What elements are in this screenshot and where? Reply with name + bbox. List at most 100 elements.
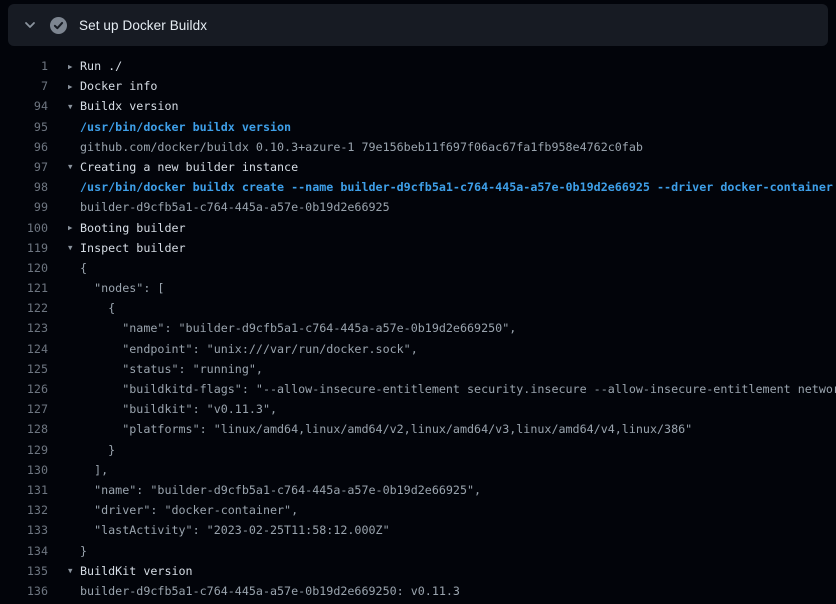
log-line: 133 "lastActivity": "2023-02-25T11:58:12… (0, 520, 836, 540)
log-group-title: Booting builder (80, 221, 186, 235)
log-output-text: github.com/docker/buildx 0.10.3+azure-1 … (80, 140, 643, 154)
log-output-text: "endpoint": "unix:///var/run/docker.sock… (80, 342, 418, 356)
triangle-right-icon[interactable]: ▶ (68, 57, 80, 77)
line-number-link[interactable]: 120 (0, 258, 48, 278)
log-group-title: Buildx version (80, 99, 179, 113)
triangle-right-icon[interactable]: ▶ (68, 77, 80, 97)
log-output-text: builder-d9cfb5a1-c764-445a-a57e-0b19d2e6… (80, 200, 390, 214)
log-output-text: "buildkit": "v0.11.3", (80, 402, 277, 416)
log-line: 120 { (0, 258, 836, 278)
log-command-text: /usr/bin/docker buildx version (80, 120, 291, 134)
line-number-link[interactable]: 1 (0, 56, 48, 76)
line-number-link[interactable]: 135 (0, 561, 48, 581)
log-output-text: } (80, 443, 115, 457)
line-number-link[interactable]: 122 (0, 298, 48, 318)
triangle-down-icon[interactable]: ▼ (68, 157, 80, 177)
log-line: 123 "name": "builder-d9cfb5a1-c764-445a-… (0, 318, 836, 338)
log-output-text: "lastActivity": "2023-02-25T11:58:12.000… (80, 523, 390, 537)
log-line: 7▶Docker info (0, 76, 836, 96)
log-group-toggle[interactable]: ▼Buildx version (48, 96, 179, 116)
line-number-link[interactable]: 94 (0, 96, 48, 116)
line-number-link[interactable]: 126 (0, 379, 48, 399)
log-line: 130 ], (0, 460, 836, 480)
log-output-text: "status": "running", (80, 362, 263, 376)
line-number-link[interactable]: 121 (0, 278, 48, 298)
line-number-link[interactable]: 95 (0, 117, 48, 137)
log-line: 98/usr/bin/docker buildx create --name b… (0, 177, 836, 197)
step-header[interactable]: Set up Docker Buildx (8, 4, 828, 46)
log-line: 129 } (0, 440, 836, 460)
log-line: 97▼Creating a new builder instance (0, 157, 836, 177)
line-number-link[interactable]: 131 (0, 480, 48, 500)
triangle-down-icon[interactable]: ▼ (68, 97, 80, 117)
line-number-link[interactable]: 123 (0, 318, 48, 338)
line-number-link[interactable]: 134 (0, 541, 48, 561)
log-line: 121 "nodes": [ (0, 278, 836, 298)
log-group-title: Docker info (80, 79, 157, 93)
log-output-text: ], (80, 463, 108, 477)
log-line: 119▼Inspect builder (0, 238, 836, 258)
log-group-toggle[interactable]: ▶Run ./ (48, 56, 122, 76)
line-number-link[interactable]: 136 (0, 581, 48, 601)
log-output-text: "nodes": [ (80, 281, 164, 295)
log-group-title: BuildKit version (80, 564, 193, 578)
log-line: 134} (0, 541, 836, 561)
line-number-link[interactable]: 99 (0, 197, 48, 217)
log-line: 127 "buildkit": "v0.11.3", (0, 399, 836, 419)
check-circle-icon (50, 17, 67, 34)
line-number-link[interactable]: 124 (0, 339, 48, 359)
line-number-link[interactable]: 132 (0, 500, 48, 520)
line-number-link[interactable]: 97 (0, 157, 48, 177)
log-line: 1▶Run ./ (0, 56, 836, 76)
log-command-text: /usr/bin/docker buildx create --name bui… (80, 180, 833, 194)
line-number-link[interactable]: 7 (0, 76, 48, 96)
log-line: 96 github.com/docker/buildx 0.10.3+azure-… (0, 137, 836, 157)
log-output-text: "platforms": "linux/amd64,linux/amd64/v2… (80, 422, 692, 436)
log-line: 124 "endpoint": "unix:///var/run/docker.… (0, 339, 836, 359)
log-line: 135▼BuildKit version (0, 561, 836, 581)
log-output-text: builder-d9cfb5a1-c764-445a-a57e-0b19d2e6… (80, 584, 460, 598)
log-output-text: } (80, 544, 87, 558)
triangle-right-icon[interactable]: ▶ (68, 218, 80, 238)
log-group-title: Inspect builder (80, 241, 186, 255)
triangle-down-icon[interactable]: ▼ (68, 561, 80, 581)
line-number-link[interactable]: 125 (0, 359, 48, 379)
log-output-text: { (80, 261, 87, 275)
line-number-link[interactable]: 96 (0, 137, 48, 157)
line-number-link[interactable]: 100 (0, 218, 48, 238)
line-number-link[interactable]: 128 (0, 419, 48, 439)
log-group-toggle[interactable]: ▶Booting builder (48, 218, 186, 238)
log-line: 100▶Booting builder (0, 218, 836, 238)
log-line: 132 "driver": "docker-container", (0, 500, 836, 520)
line-number-link[interactable]: 119 (0, 238, 48, 258)
log-line: 126 "buildkitd-flags": "--allow-insecure… (0, 379, 836, 399)
log-line: 99 builder-d9cfb5a1-c764-445a-a57e-0b19d2… (0, 197, 836, 217)
log-group-toggle[interactable]: ▼Inspect builder (48, 238, 186, 258)
line-number-link[interactable]: 133 (0, 520, 48, 540)
triangle-down-icon[interactable]: ▼ (68, 238, 80, 258)
log-line: 136 builder-d9cfb5a1-c764-445a-a57e-0b19d… (0, 581, 836, 601)
log-output-text: "buildkitd-flags": "--allow-insecure-ent… (80, 382, 836, 396)
log-output-text: "driver": "docker-container", (80, 503, 298, 517)
step-title: Set up Docker Buildx (79, 18, 207, 33)
log-group-toggle[interactable]: ▶Docker info (48, 76, 157, 96)
log-output-text: { (80, 301, 115, 315)
log-output-text: "name": "builder-d9cfb5a1-c764-445a-a57e… (80, 483, 481, 497)
log-line: 95/usr/bin/docker buildx version (0, 117, 836, 137)
log-line: 131 "name": "builder-d9cfb5a1-c764-445a-… (0, 480, 836, 500)
line-number-link[interactable]: 130 (0, 460, 48, 480)
log-line: 94▼Buildx version (0, 96, 836, 116)
log-line: 128 "platforms": "linux/amd64,linux/amd6… (0, 419, 836, 439)
log-group-toggle[interactable]: ▼BuildKit version (48, 561, 193, 581)
log-line: 122 { (0, 298, 836, 318)
log-group-title: Run ./ (80, 59, 122, 73)
log-lines: 1▶Run ./7▶Docker info94▼Buildx version95… (0, 56, 836, 604)
log-line: 125 "status": "running", (0, 359, 836, 379)
log-output-text: "name": "builder-d9cfb5a1-c764-445a-a57e… (80, 321, 516, 335)
line-number-link[interactable]: 129 (0, 440, 48, 460)
line-number-link[interactable]: 127 (0, 399, 48, 419)
chevron-down-icon[interactable] (20, 15, 40, 35)
log-group-toggle[interactable]: ▼Creating a new builder instance (48, 157, 298, 177)
log-group-title: Creating a new builder instance (80, 160, 298, 174)
line-number-link[interactable]: 98 (0, 177, 48, 197)
